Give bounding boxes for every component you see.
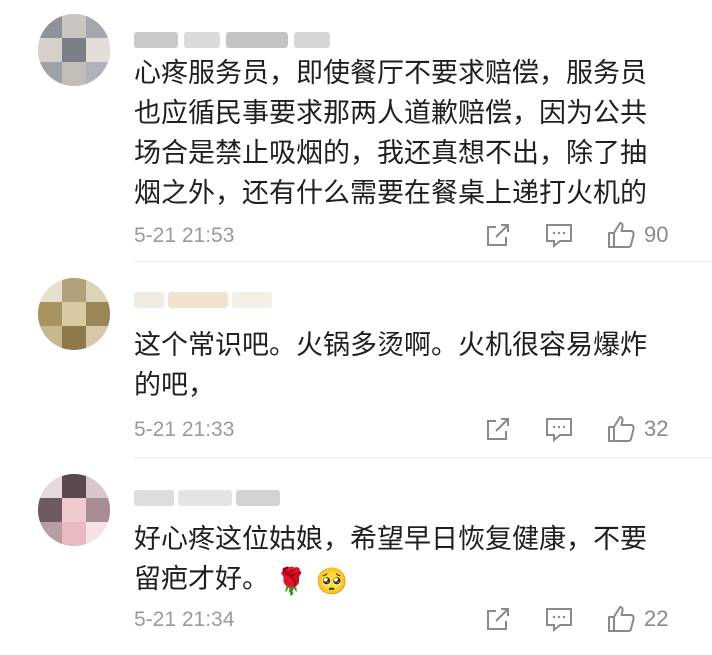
avatar[interactable]: [38, 14, 110, 86]
avatar[interactable]: [38, 474, 110, 546]
thumbs-up-icon: [608, 222, 635, 248]
comment-time: 5-21 21:34: [134, 608, 235, 631]
like-count: 22: [644, 606, 669, 631]
reply-button[interactable]: [544, 220, 574, 250]
comment-actions: 22: [478, 604, 678, 634]
comment-item: 好心疼这位姑娘，希望早日恢复健康，不要 留疤才好。 🌹 🥺 5-21 21:34 …: [0, 458, 712, 655]
like-button[interactable]: 22: [606, 604, 668, 634]
rose-and-pleading-face-emoji: 🌹 🥺: [275, 567, 349, 597]
username[interactable]: [134, 28, 334, 52]
thumbs-up-icon: [608, 416, 635, 442]
comment-time: 5-21 21:33: [134, 418, 235, 441]
comment-time: 5-21 21:53: [134, 224, 235, 247]
comment-item: 心疼服务员，即使餐厅不要求赔偿，服务员 也应循民事要求那两人道歉赔偿，因为公共 …: [0, 0, 712, 262]
comment-actions: 32: [478, 414, 678, 444]
like-count: 90: [644, 222, 669, 247]
comment-item: 这个常识吧。火锅多烫啊。火机很容易爆炸 的吧， 5-21 21:33 32: [0, 262, 712, 458]
reply-button[interactable]: [544, 414, 574, 444]
share-icon: [487, 224, 509, 246]
comment-text: 这个常识吧。火锅多烫啊。火机很容易爆炸 的吧，: [134, 330, 647, 401]
share-icon: [487, 608, 509, 630]
comment-icon: [546, 608, 572, 633]
share-button[interactable]: [484, 414, 512, 444]
share-button[interactable]: [484, 220, 512, 250]
like-button[interactable]: 90: [606, 220, 668, 250]
like-count: 32: [644, 416, 669, 441]
username[interactable]: [134, 288, 274, 312]
comment-text: 心疼服务员，即使餐厅不要求赔偿，服务员 也应循民事要求那两人道歉赔偿，因为公共 …: [134, 58, 647, 209]
username[interactable]: [134, 486, 284, 510]
comment-icon: [546, 224, 572, 249]
avatar[interactable]: [38, 278, 110, 350]
like-button[interactable]: 32: [606, 414, 668, 444]
comment-text: 好心疼这位姑娘，希望早日恢复健康，不要 留疤才好。 🌹 🥺: [134, 520, 674, 602]
reply-button[interactable]: [544, 604, 574, 634]
share-icon: [487, 418, 509, 440]
comment-actions: 90: [478, 220, 678, 250]
comment-text-content: 好心疼这位姑娘，希望早日恢复健康，不要 留疤才好。: [134, 524, 647, 595]
share-button[interactable]: [484, 604, 512, 634]
thumbs-up-icon: [608, 606, 635, 632]
comment-icon: [546, 418, 572, 443]
